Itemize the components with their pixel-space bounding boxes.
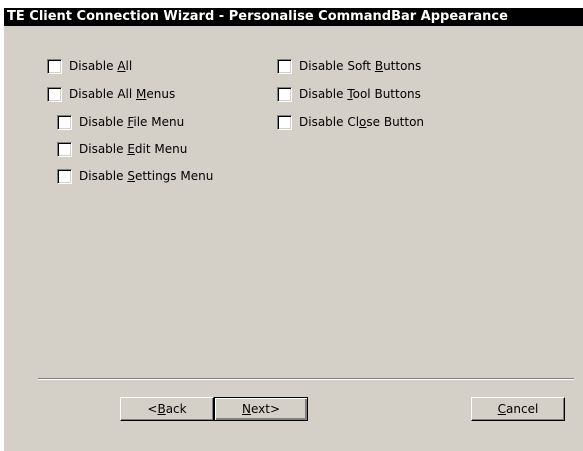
disable-file-menu-checkbox[interactable]: Disable File Menu [57,113,184,131]
checkbox-label: Disable All [69,59,133,73]
checkbox-box[interactable] [277,114,292,130]
separator [38,378,574,380]
checkbox-label: Disable All Menus [69,87,176,101]
button-label: <Back [147,402,187,416]
wizard-window: TE Client Connection Wizard - Personalis… [4,8,583,451]
disable-soft-buttons-checkbox[interactable]: Disable Soft Buttons [277,57,421,75]
checkbox-box[interactable] [47,86,62,102]
disable-close-button-checkbox[interactable]: Disable Close Button [277,113,424,131]
checkbox-label: Disable Close Button [299,115,425,129]
disable-all-menus-checkbox[interactable]: Disable All Menus [47,85,175,103]
window-title: TE Client Connection Wizard - Personalis… [4,8,583,26]
checkbox-box[interactable] [57,168,72,184]
checkbox-box[interactable] [277,86,292,102]
checkbox-box[interactable] [57,114,72,130]
disable-settings-menu-checkbox[interactable]: Disable Settings Menu [57,167,213,185]
disable-edit-menu-checkbox[interactable]: Disable Edit Menu [57,140,187,158]
checkbox-label: Disable Soft Buttons [299,59,422,73]
button-label: Next> [241,402,281,416]
button-label: Cancel [497,402,539,416]
checkbox-box[interactable] [47,58,62,74]
checkbox-label: Disable Settings Menu [79,169,214,183]
disable-all-checkbox[interactable]: Disable All [47,57,132,75]
cancel-button[interactable]: Cancel [471,397,565,421]
checkbox-label: Disable File Menu [79,115,185,129]
next-button[interactable]: Next> [214,397,308,421]
checkbox-label: Disable Tool Buttons [299,87,421,101]
checkbox-box[interactable] [277,58,292,74]
back-button[interactable]: <Back [120,397,214,421]
disable-tool-buttons-checkbox[interactable]: Disable Tool Buttons [277,85,421,103]
checkbox-label: Disable Edit Menu [79,142,188,156]
checkbox-box[interactable] [57,141,72,157]
